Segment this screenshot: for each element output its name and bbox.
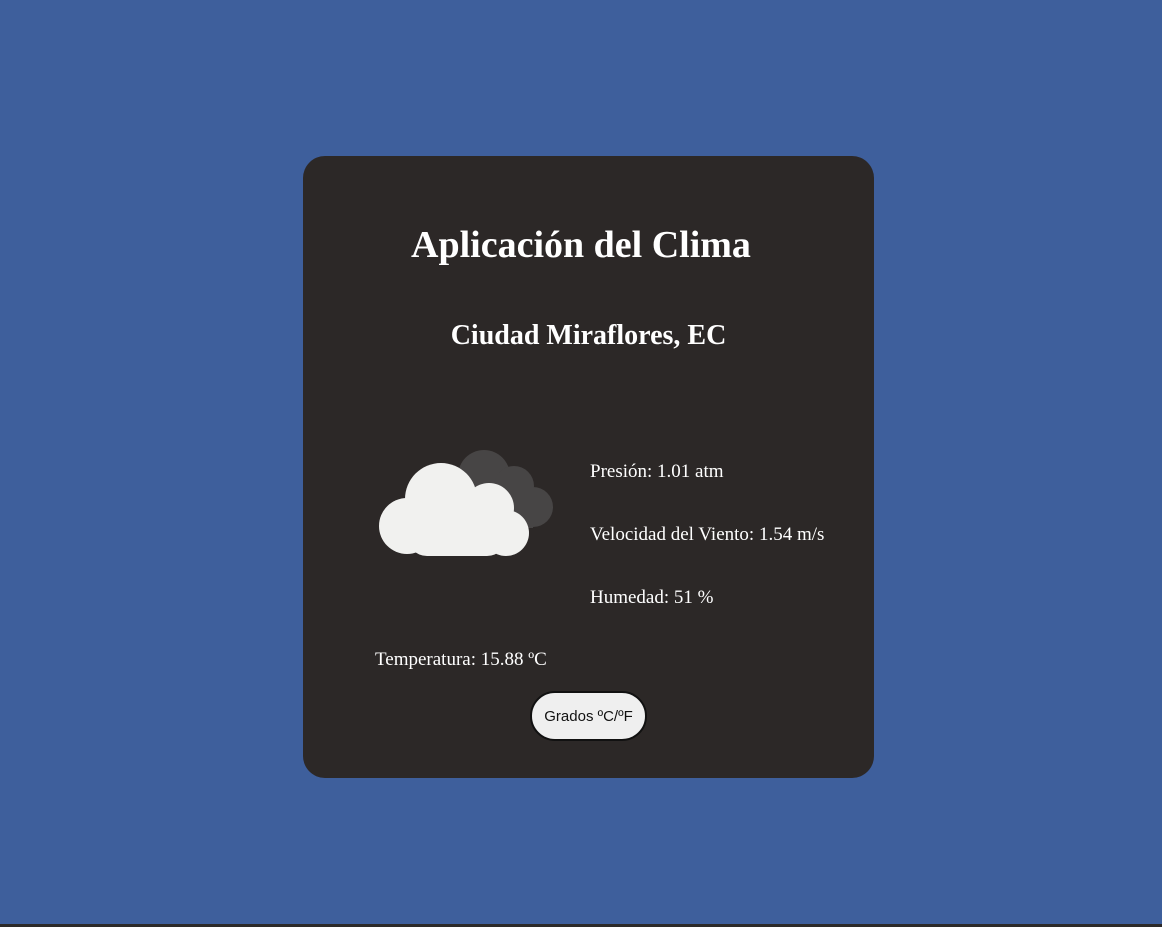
temperature-text: Temperatura: 15.88 ºC	[375, 649, 547, 670]
unit-toggle-button[interactable]: Grados ºC/ºF	[530, 691, 647, 741]
app-title: Aplicación del Clima	[411, 224, 751, 266]
location-title: Ciudad Miraflores, EC	[450, 320, 727, 351]
pressure-text: Presión: 1.01 atm	[590, 461, 724, 482]
humidity-text: Humedad: 51 %	[590, 587, 714, 608]
cloudy-icon	[379, 450, 553, 556]
wind-speed-text: Velocidad del Viento: 1.54 m/s	[590, 524, 825, 545]
